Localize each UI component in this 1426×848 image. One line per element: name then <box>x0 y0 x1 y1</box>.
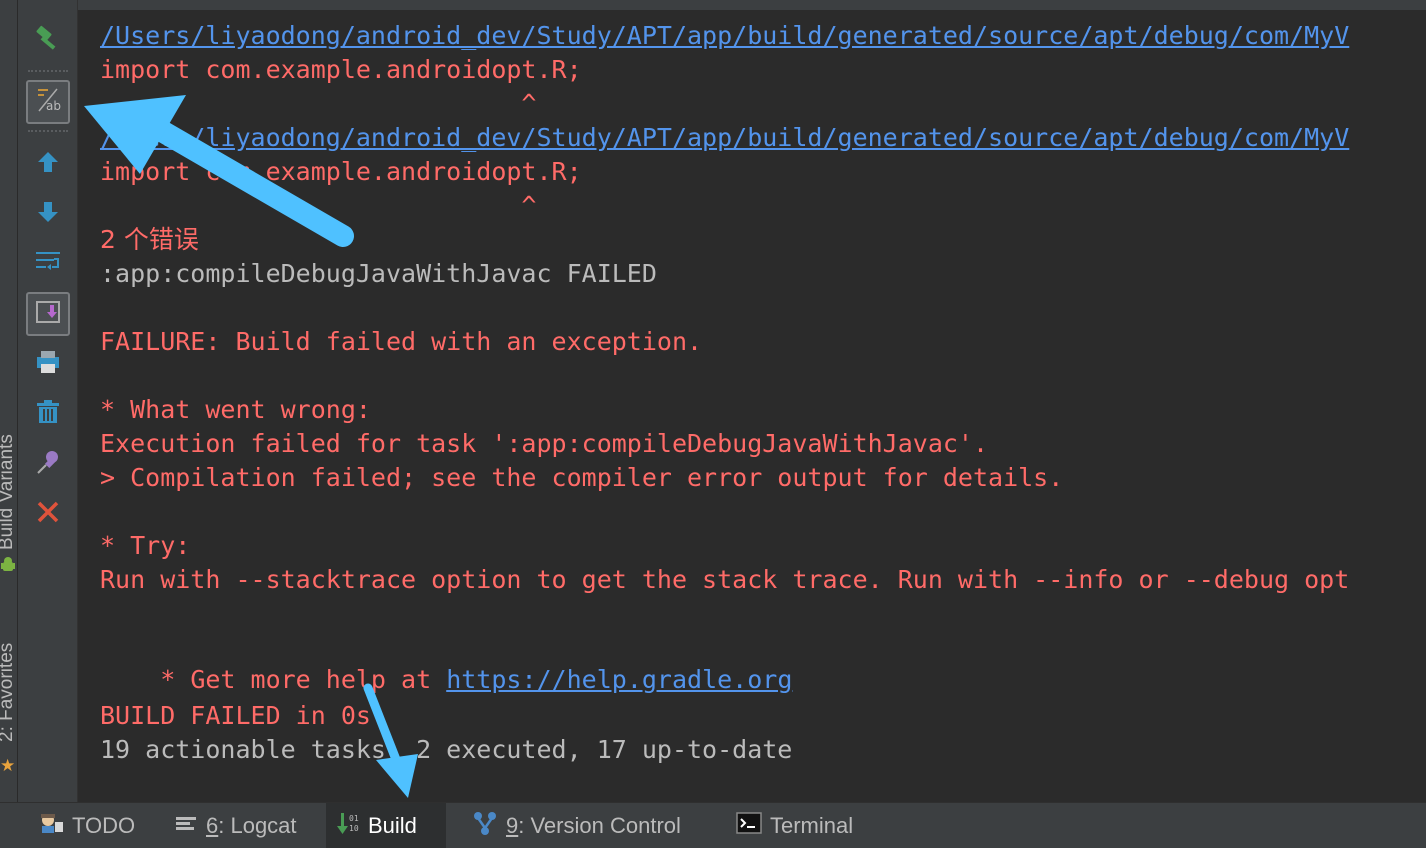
favorites-label: 2: Favorites <box>0 642 17 742</box>
tab-terminal[interactable]: Terminal <box>726 803 863 848</box>
tab-build[interactable]: 01 10 Build <box>326 803 446 848</box>
side-tool-strip: Build Variants 2: Favorites ★ <box>0 0 18 802</box>
tab-version-control-label: 9: Version Control <box>506 813 681 839</box>
svg-text:ab: ab <box>46 99 61 113</box>
tab-version-control-text: : Version Control <box>518 813 681 838</box>
previous-button[interactable] <box>26 142 70 186</box>
terminal-icon <box>736 812 762 840</box>
toolbar-separator <box>28 70 68 72</box>
pin-tab-button[interactable] <box>26 442 70 486</box>
toggle-view-icon: ab <box>33 85 63 119</box>
tab-logcat-text: : Logcat <box>218 813 297 838</box>
android-icon <box>1 556 15 576</box>
run-with-options-line: Run with --stacktrace option to get the … <box>100 565 1350 594</box>
what-went-wrong-heading: * What went wrong: <box>100 395 371 424</box>
help-prefix: * Get more help at <box>160 665 447 694</box>
failure-summary: FAILURE: Build failed with an exception. <box>100 327 703 356</box>
console-line: import com.example.androidopt.R; <box>100 157 582 186</box>
todo-icon <box>38 812 64 840</box>
try-heading: * Try: <box>100 531 191 560</box>
pin-icon <box>33 447 63 481</box>
tab-terminal-label: Terminal <box>770 813 854 838</box>
tab-version-control-mnemonic: 9 <box>506 813 519 838</box>
svg-text:01: 01 <box>349 814 359 823</box>
build-hammer-icon <box>33 23 63 57</box>
build-failed-line: BUILD FAILED in 0s <box>100 701 371 730</box>
build-icon: 01 10 <box>336 810 360 842</box>
scroll-to-end-icon <box>33 297 63 331</box>
print-icon <box>33 347 63 381</box>
execution-failed-line: Execution failed for task ':app:compileD… <box>100 429 989 458</box>
build-variants-tab[interactable]: Build Variants <box>0 400 18 580</box>
logcat-icon <box>174 813 198 839</box>
close-button[interactable] <box>26 492 70 536</box>
error-caret: ^ <box>100 89 537 118</box>
error-file-path-link[interactable]: /Users/liyaodong/android_dev/Study/APT/a… <box>100 122 1349 154</box>
trash-icon <box>33 397 63 431</box>
soft-wrap-icon <box>33 247 63 281</box>
build-console[interactable]: /Users/liyaodong/android_dev/Study/APT/a… <box>78 0 1426 802</box>
close-icon <box>35 499 61 529</box>
down-arrow-icon <box>35 199 61 229</box>
toggle-view-button[interactable]: ab <box>26 80 70 124</box>
print-button[interactable] <box>26 342 70 386</box>
svg-text:10: 10 <box>349 824 359 833</box>
next-button[interactable] <box>26 192 70 236</box>
build-toolbar: ab <box>18 0 78 802</box>
build-variants-label: Build Variants <box>0 434 17 550</box>
clear-all-button[interactable] <box>26 392 70 436</box>
tab-logcat[interactable]: 6: Logcat <box>164 803 307 848</box>
tab-todo-label: TODO <box>72 813 136 838</box>
up-arrow-icon <box>35 149 61 179</box>
tab-logcat-label: 6: Logcat <box>206 813 297 839</box>
favorites-tab[interactable]: 2: Favorites <box>0 620 18 750</box>
compilation-failed-line: > Compilation failed; see the compiler e… <box>100 463 1064 492</box>
error-count: 2 个错误 <box>100 225 199 254</box>
task-status-line: :app:compileDebugJavaWithJavac FAILED <box>100 259 657 288</box>
gradle-help-link[interactable]: https://help.gradle.org <box>446 665 792 694</box>
tab-version-control[interactable]: 9: Version Control <box>462 803 691 848</box>
soft-wrap-button[interactable] <box>26 242 70 286</box>
help-line: * Get more help at https://help.gradle.o… <box>100 632 792 694</box>
tool-window-bar: TODO 6: Logcat 01 10 Build 9: Version Con… <box>0 802 1426 848</box>
star-icon: ★ <box>0 756 16 776</box>
error-caret: ^ <box>100 191 537 220</box>
build-hammer-button[interactable] <box>26 18 70 62</box>
tab-logcat-mnemonic: 6 <box>206 813 219 838</box>
console-line: import com.example.androidopt.R; <box>100 55 582 84</box>
tasks-summary-line: 19 actionable tasks: 2 executed, 17 up-t… <box>100 735 793 764</box>
tab-build-label: Build <box>368 813 417 838</box>
tab-todo[interactable]: TODO <box>28 803 145 848</box>
version-control-icon <box>472 810 498 842</box>
error-file-path-link[interactable]: /Users/liyaodong/android_dev/Study/APT/a… <box>100 20 1349 52</box>
scroll-to-end-button[interactable] <box>26 292 70 336</box>
console-top-edge <box>78 0 1426 10</box>
toolbar-separator <box>28 130 68 132</box>
